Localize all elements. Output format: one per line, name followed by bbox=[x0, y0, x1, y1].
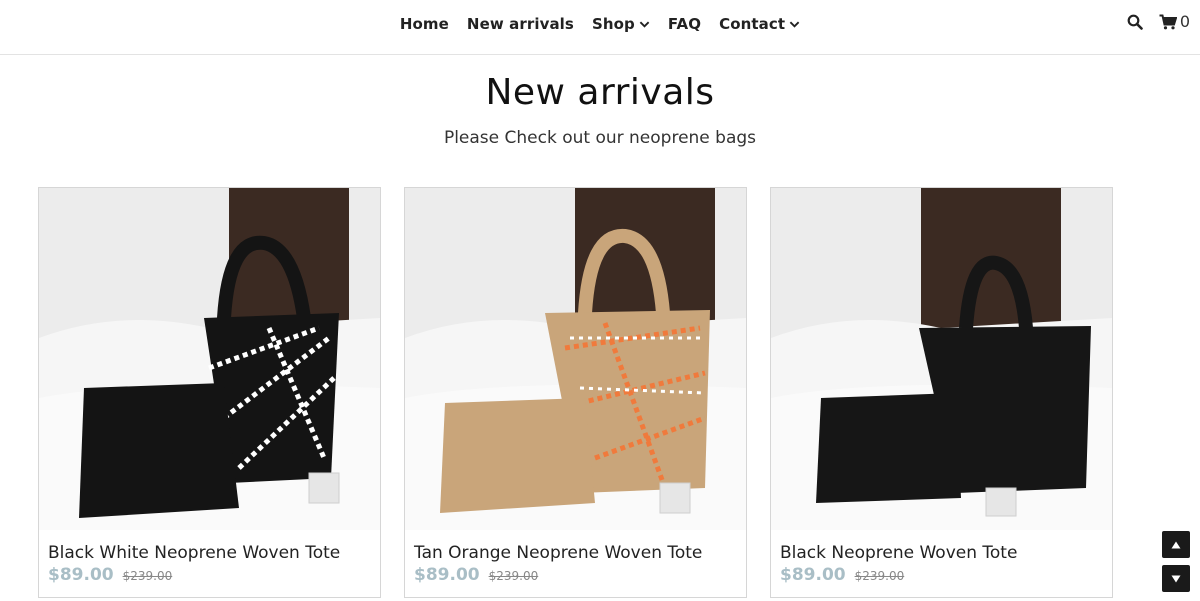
chevron-down-icon bbox=[789, 21, 800, 28]
triangle-up-icon bbox=[1171, 541, 1181, 548]
scroll-down-button[interactable] bbox=[1162, 565, 1190, 592]
product-price: $89.00 $239.00 bbox=[780, 565, 904, 585]
nav-shop[interactable]: Shop bbox=[583, 15, 659, 33]
price-compare: $239.00 bbox=[122, 569, 173, 583]
cart-button[interactable]: 0 bbox=[1159, 12, 1190, 31]
nav-shop-label: Shop bbox=[591, 15, 635, 33]
nav-faq[interactable]: FAQ bbox=[659, 15, 710, 33]
product-image[interactable] bbox=[39, 188, 380, 530]
triangle-down-icon bbox=[1171, 575, 1181, 582]
price-compare: $239.00 bbox=[854, 569, 905, 583]
search-button[interactable] bbox=[1127, 14, 1143, 30]
main-nav: Home New arrivals Shop FAQ Contact bbox=[0, 0, 1200, 48]
price-current: $89.00 bbox=[414, 565, 480, 585]
product-price: $89.00 $239.00 bbox=[48, 565, 172, 585]
product-name[interactable]: Black Neoprene Woven Tote bbox=[780, 543, 1017, 563]
chevron-down-icon bbox=[639, 21, 650, 28]
product-price: $89.00 $239.00 bbox=[414, 565, 538, 585]
shopping-cart-icon bbox=[1159, 14, 1177, 29]
product-card[interactable]: Tan Orange Neoprene Woven Tote $89.00 $2… bbox=[404, 187, 747, 598]
nav-new-arrivals[interactable]: New arrivals bbox=[458, 15, 583, 33]
product-name[interactable]: Black White Neoprene Woven Tote bbox=[48, 543, 340, 563]
price-current: $89.00 bbox=[48, 565, 114, 585]
header-tools: 0 bbox=[1127, 12, 1190, 31]
cart-count: 0 bbox=[1179, 12, 1190, 31]
site-header: Home New arrivals Shop FAQ Contact 0 bbox=[0, 0, 1200, 55]
product-name[interactable]: Tan Orange Neoprene Woven Tote bbox=[414, 543, 702, 563]
product-image[interactable] bbox=[771, 188, 1112, 530]
product-card[interactable]: Black Neoprene Woven Tote $89.00 $239.00 bbox=[770, 187, 1113, 598]
nav-home-label: Home bbox=[399, 15, 449, 33]
nav-new-arrivals-label: New arrivals bbox=[466, 15, 574, 33]
product-image[interactable] bbox=[405, 188, 746, 530]
page-subtitle: Please Check out our neoprene bags bbox=[443, 128, 757, 148]
nav-contact-label: Contact bbox=[719, 15, 786, 33]
price-compare: $239.00 bbox=[488, 569, 539, 583]
nav-contact[interactable]: Contact bbox=[710, 15, 809, 33]
price-current: $89.00 bbox=[780, 565, 846, 585]
nav-home[interactable]: Home bbox=[391, 15, 458, 33]
nav-faq-label: FAQ bbox=[667, 15, 702, 33]
search-icon bbox=[1127, 14, 1143, 30]
scroll-up-button[interactable] bbox=[1162, 531, 1190, 558]
product-card[interactable]: Black White Neoprene Woven Tote $89.00 $… bbox=[38, 187, 381, 598]
page-title: New arrivals bbox=[485, 72, 715, 113]
